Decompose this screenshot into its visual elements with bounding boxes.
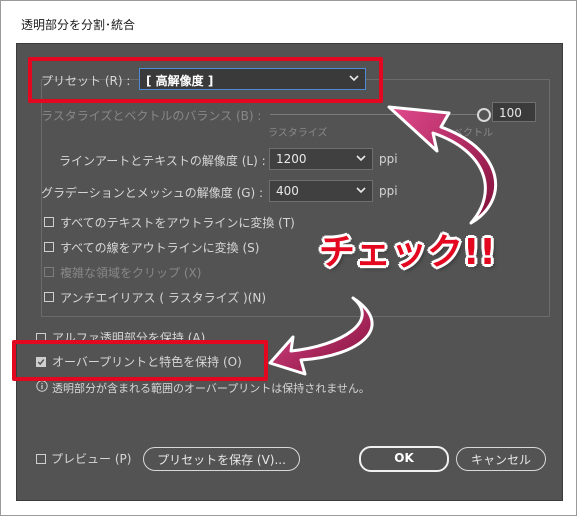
antialias-label: アンチエイリアス ( ラスタライズ )(N)	[60, 291, 267, 305]
ok-button[interactable]: OK	[359, 446, 449, 472]
balance-value: 100	[499, 106, 522, 120]
outline-strokes-label: すべての線をアウトラインに変換 (S)	[60, 241, 260, 255]
check-callout-text: チェック!!	[319, 232, 496, 273]
balance-left-label: ラスタライズ	[268, 128, 328, 139]
info-text: 透明部分が含まれる範囲のオーバープリントは保持されません。	[52, 382, 370, 395]
preset-highlight-box	[28, 57, 383, 103]
clip-complex-checkbox	[44, 267, 54, 277]
line-art-value: 1200	[276, 152, 307, 166]
balance-slider-handle[interactable]	[477, 108, 491, 122]
preview-label: プレビュー (P)	[51, 452, 132, 466]
cancel-button[interactable]: キャンセル	[456, 447, 546, 471]
outline-text-label: すべてのテキストをアウトラインに変換 (T)	[60, 216, 295, 230]
clip-complex-label: 複雑な領域をクリップ (X)	[60, 266, 202, 280]
balance-slider-track[interactable]	[270, 114, 486, 115]
line-art-unit: ppi	[379, 152, 398, 166]
balance-label: ラスタライズとベクトルのバランス (B) :	[41, 109, 262, 123]
outline-strokes-checkbox[interactable]	[44, 242, 54, 252]
info-icon	[36, 380, 48, 392]
save-preset-button[interactable]: プリセットを保存 (V)...	[143, 447, 300, 471]
chevron-down-icon	[356, 155, 366, 162]
overprint-highlight-box	[12, 340, 268, 381]
balance-right-label: ベクトル	[453, 128, 493, 139]
balance-value-field[interactable]: 100	[492, 102, 536, 122]
gradient-select[interactable]: 400	[269, 180, 373, 202]
chevron-down-icon	[356, 187, 366, 194]
preview-checkbox[interactable]	[36, 454, 46, 464]
line-art-select[interactable]: 1200	[269, 148, 373, 170]
window-title: 透明部分を分割･統合	[21, 18, 136, 32]
gradient-value: 400	[276, 184, 299, 198]
outline-text-checkbox[interactable]	[44, 217, 54, 227]
dialog-window: 透明部分を分割･統合 プリセット (R) : [ 高解像度 ] ラスタライズとベ…	[0, 0, 577, 516]
title-bar: 透明部分を分割･統合	[2, 2, 576, 43]
gradient-unit: ppi	[379, 184, 398, 198]
antialias-checkbox[interactable]	[44, 292, 54, 302]
gradient-label: グラデーションとメッシュの解像度 (G) :	[41, 186, 264, 200]
line-art-label: ラインアートとテキストの解像度 (L) :	[59, 154, 266, 168]
